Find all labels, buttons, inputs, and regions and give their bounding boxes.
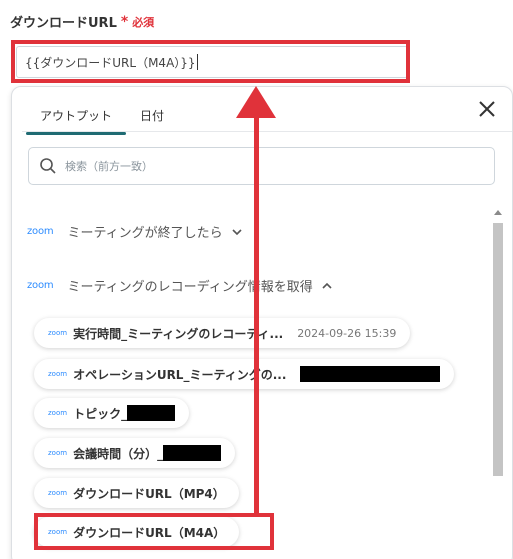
tab-divider [22, 131, 512, 132]
panel-tabs: アウトプット 日付 [26, 99, 178, 135]
group-recording-info[interactable]: zoom ミーティングのレコーディング情報を取得 [27, 276, 333, 295]
zoom-logo: zoom [48, 449, 68, 457]
close-icon [479, 101, 495, 117]
chevron-down-icon [232, 228, 242, 235]
redacted-value [300, 366, 441, 382]
zoom-logo: zoom [48, 370, 68, 378]
zoom-logo: zoom [48, 409, 68, 417]
chevron-up-icon [322, 282, 332, 289]
field-label-text: ダウンロードURL [10, 16, 117, 31]
required-mark: * [120, 13, 129, 30]
scrollbar[interactable] [492, 207, 504, 557]
output-item[interactable]: zoom ダウンロードURL（MP4） [34, 478, 239, 508]
output-item-label: 実行時間_ミーティングのレコーディ... [73, 326, 284, 341]
zoom-logo: zoom [27, 226, 54, 237]
scrollbar-thumb[interactable] [493, 223, 503, 476]
output-item-label: オペレーションURL_ミーティングの... [73, 367, 287, 382]
output-item-label: ダウンロードURL（MP4） [73, 486, 225, 501]
search-placeholder: 検索（前方一致） [65, 160, 153, 173]
zoom-logo: zoom [27, 280, 54, 291]
group-label: ミーティングのレコーディング情報を取得 [67, 280, 313, 295]
tab-output[interactable]: アウトプット [26, 99, 127, 135]
redacted-value [127, 405, 176, 421]
output-item-value: 2024-09-26 15:39 [297, 326, 397, 340]
output-item[interactable]: zoom トピック_ [34, 398, 190, 428]
required-text: 必須 [132, 15, 155, 29]
output-item[interactable]: zoom 実行時間_ミーティングのレコーディ... 2024-09-26 15:… [34, 318, 411, 348]
group-meeting-ended[interactable]: zoom ミーティングが終了したら [27, 222, 243, 241]
scroll-up-arrow-icon[interactable] [492, 207, 504, 217]
field-label: ダウンロードURL * 必須 [10, 12, 155, 32]
group-label: ミーティングが終了したら [67, 226, 223, 241]
zoom-logo: zoom [48, 329, 68, 337]
output-item-label: トピック_ [73, 406, 128, 421]
zoom-logo: zoom [48, 489, 68, 497]
output-item[interactable]: zoom 会議時間（分）_ [34, 438, 236, 468]
redacted-value [163, 445, 222, 461]
search-icon [40, 158, 56, 174]
tab-date[interactable]: 日付 [126, 99, 178, 131]
highlight-box-selected-item [34, 513, 274, 550]
close-button[interactable] [475, 97, 499, 121]
output-item-label: 会議時間（分）_ [73, 446, 164, 461]
output-item[interactable]: zoom オペレーションURL_ミーティングの... [34, 359, 455, 389]
highlight-box-input [11, 40, 410, 83]
search-input[interactable]: 検索（前方一致） [28, 147, 495, 185]
